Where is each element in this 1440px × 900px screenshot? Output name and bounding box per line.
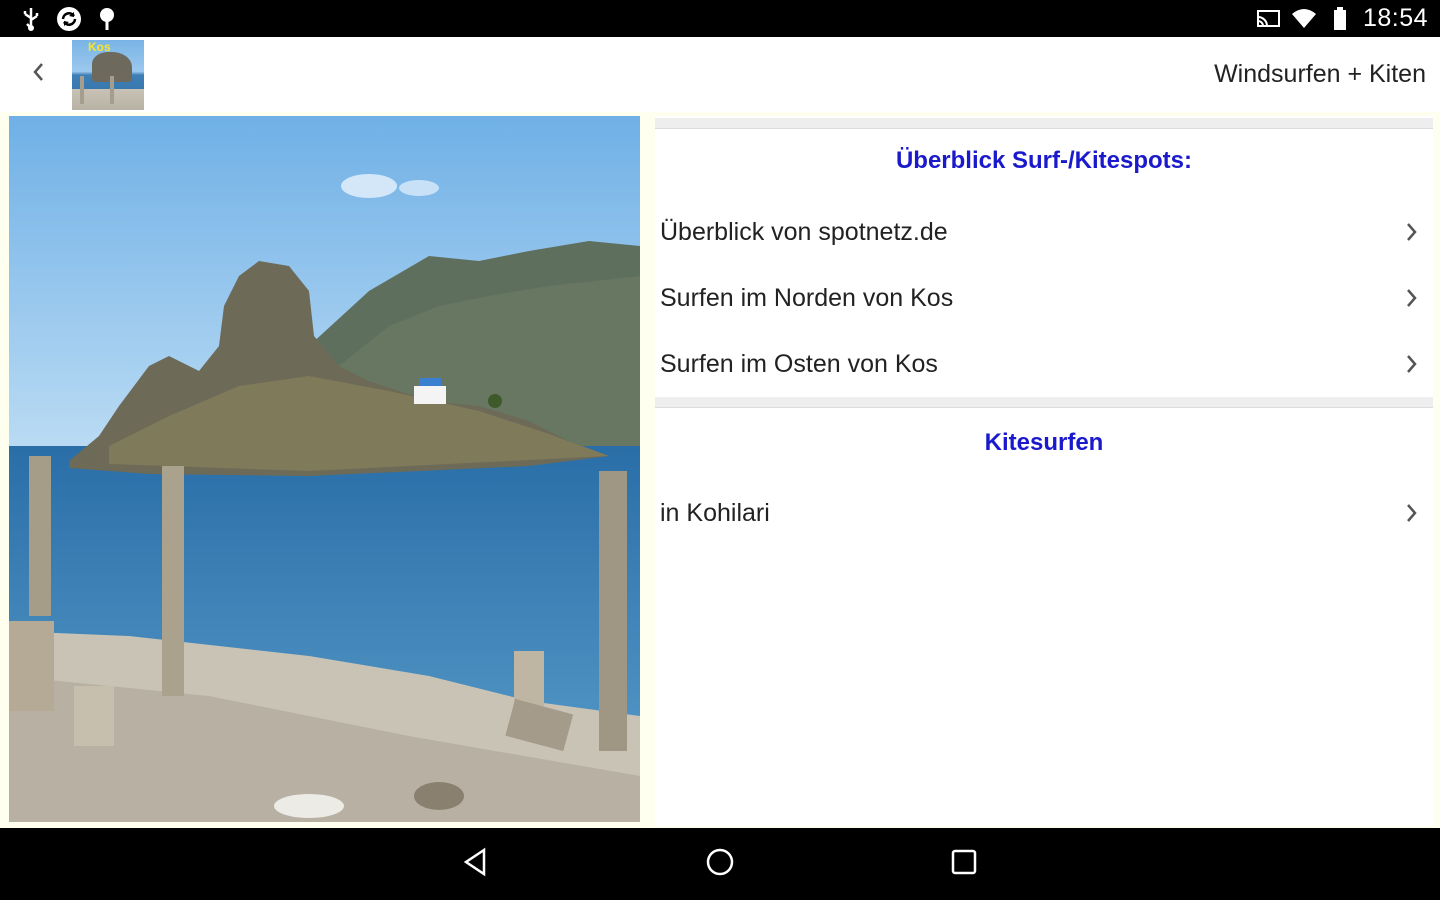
back-button[interactable] <box>8 37 68 112</box>
location-pin-icon <box>94 6 120 32</box>
status-bar: 18:54 <box>0 0 1440 37</box>
chevron-right-icon <box>1397 283 1427 313</box>
list-item-label: Surfen im Norden von Kos <box>660 283 954 312</box>
section-title-kitesurfing: Kitesurfen <box>984 429 1104 456</box>
list-item-spotnetz[interactable]: Überblick von spotnetz.de <box>655 202 1433 262</box>
list-item-north-kos[interactable]: Surfen im Norden von Kos <box>655 268 1433 328</box>
chevron-left-icon <box>30 60 46 89</box>
sync-icon <box>56 6 82 32</box>
status-right-icons: 18:54 <box>1255 4 1440 33</box>
nav-back-button[interactable] <box>436 828 516 900</box>
list-item-label: in Kohilari <box>660 498 770 527</box>
list-item-label: Überblick von spotnetz.de <box>660 217 948 246</box>
section-divider <box>655 397 1433 408</box>
status-left-icons <box>0 6 120 32</box>
list-item-kohilari[interactable]: in Kohilari <box>655 483 1433 543</box>
list-item-east-kos[interactable]: Surfen im Osten von Kos <box>655 334 1433 394</box>
page-title: Windsurfen + Kiten <box>1214 60 1426 88</box>
list-item-label: Surfen im Osten von Kos <box>660 349 938 378</box>
nav-home-button[interactable] <box>680 828 760 900</box>
wifi-icon <box>1291 6 1317 32</box>
nav-recents-button[interactable] <box>924 828 1004 900</box>
chevron-right-icon <box>1397 217 1427 247</box>
section-divider <box>655 118 1433 129</box>
recents-square-icon <box>950 848 978 881</box>
app-bar: Kos Windsurfen + Kiten <box>0 37 1440 112</box>
battery-icon <box>1327 6 1353 32</box>
back-triangle-icon <box>462 847 490 882</box>
navigation-bar <box>0 828 1440 900</box>
chevron-right-icon <box>1397 498 1427 528</box>
content-panel: Überblick Surf-/Kitespots: Überblick von… <box>655 116 1433 826</box>
chevron-right-icon <box>1397 349 1427 379</box>
usb-icon <box>18 6 44 32</box>
cast-icon <box>1255 6 1281 32</box>
status-time: 18:54 <box>1362 4 1428 32</box>
kos-island-photo <box>9 116 640 822</box>
app-logo-thumbnail: Kos <box>72 39 144 110</box>
thumbnail-label: Kos <box>88 39 111 54</box>
home-circle-icon <box>705 847 735 882</box>
section-title-overview: Überblick Surf-/Kitespots: <box>895 147 1193 174</box>
